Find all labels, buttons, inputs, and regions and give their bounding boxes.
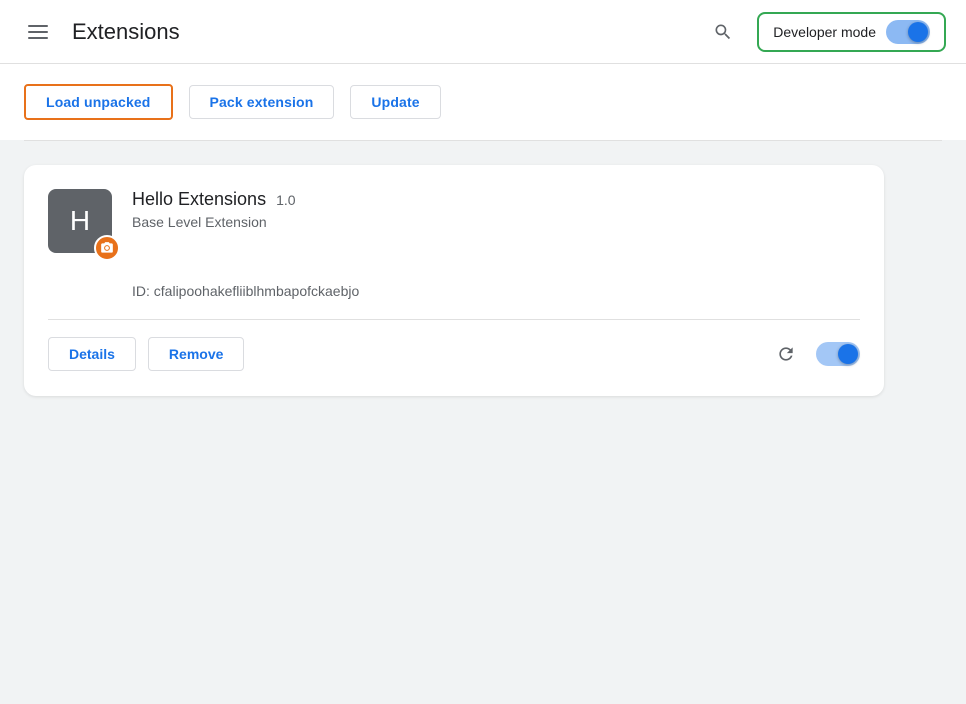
camera-icon [100,241,114,255]
card-bottom: Details Remove [48,319,860,372]
search-button[interactable] [705,14,741,50]
pack-extension-button[interactable]: Pack extension [189,85,335,119]
remove-button[interactable]: Remove [148,337,244,371]
header-right: Developer mode [705,12,946,52]
extension-card: H Hello Extensions 1.0 Base Level Extens… [24,165,884,396]
developer-mode-label: Developer mode [773,24,876,40]
extension-toggle-thumb [838,344,858,364]
menu-icon[interactable] [20,17,56,47]
extension-description: Base Level Extension [132,214,860,230]
details-button[interactable]: Details [48,337,136,371]
extension-version: 1.0 [276,192,295,208]
extension-name: Hello Extensions [132,189,266,210]
main-content: H Hello Extensions 1.0 Base Level Extens… [0,141,966,420]
extension-badge [94,235,120,261]
page-title: Extensions [72,19,180,45]
update-button[interactable]: Update [350,85,440,119]
load-unpacked-button[interactable]: Load unpacked [24,84,173,120]
search-icon [713,22,733,42]
reload-button[interactable] [768,336,804,372]
extension-name-row: Hello Extensions 1.0 [132,189,860,210]
extension-id: ID: cfalipoohakefliiblhmbapofckaebjo [132,283,860,299]
header: Extensions Developer mode [0,0,966,64]
toggle-thumb [908,22,928,42]
extension-icon-wrapper: H [48,189,112,253]
developer-mode-toggle[interactable] [886,20,930,44]
extension-toggle[interactable] [816,342,860,366]
extension-info: Hello Extensions 1.0 Base Level Extensio… [132,189,860,230]
toolbar: Load unpacked Pack extension Update [0,64,966,140]
reload-icon [776,344,796,364]
card-top: H Hello Extensions 1.0 Base Level Extens… [48,189,860,253]
header-left: Extensions [20,17,180,47]
developer-mode-container: Developer mode [757,12,946,52]
